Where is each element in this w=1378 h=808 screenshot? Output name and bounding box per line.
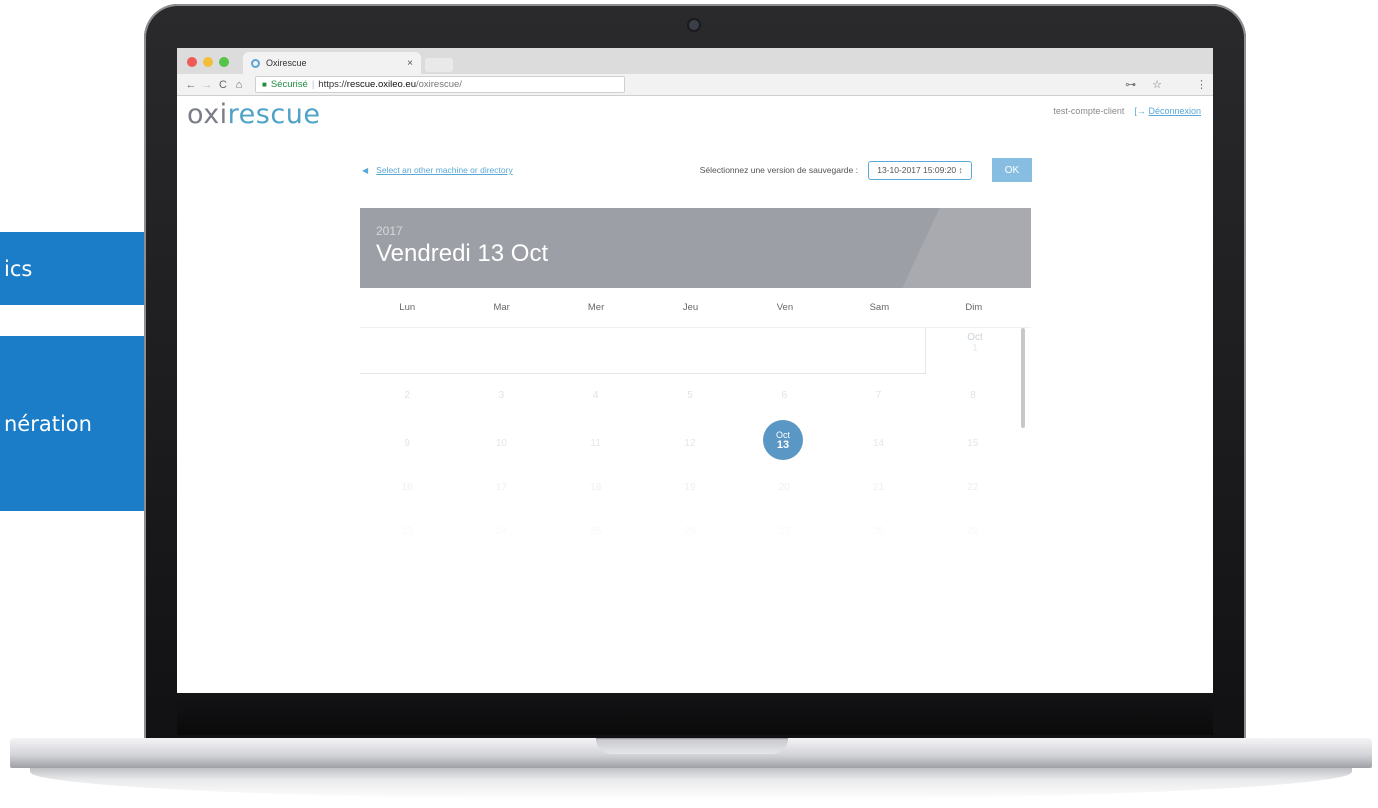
url-path: /oxirescue/ <box>415 79 462 90</box>
day-cell[interactable]: 26 <box>643 526 737 537</box>
laptop-base-shadow <box>30 766 1352 800</box>
day-cell[interactable]: 23 <box>360 526 454 537</box>
stage: ics nération Oxirescue × ← → C ⌂ ■ Sécur… <box>0 0 1378 808</box>
new-tab-button[interactable] <box>425 58 453 72</box>
day-cell[interactable]: 27 <box>737 526 831 537</box>
tab-bar: Oxirescue × <box>177 48 1213 74</box>
address-bar[interactable]: ■ Sécurisé | https://rescue.oxileo.eu/ox… <box>255 76 625 93</box>
day-cell[interactable]: 3 <box>454 390 548 401</box>
home-icon[interactable]: ⌂ <box>231 79 247 91</box>
day-cell-oct-1[interactable]: Oct 1 <box>928 332 1022 354</box>
day-cell[interactable]: 29 <box>926 526 1020 537</box>
weekday-label: Mar <box>493 302 510 313</box>
lock-icon: ■ <box>262 80 267 89</box>
day-cell[interactable]: 21 <box>831 482 925 493</box>
browser-window: Oxirescue × ← → C ⌂ ■ Sécurisé | https:/… <box>177 48 1213 693</box>
day-cell[interactable]: 4 <box>549 390 643 401</box>
day-cell[interactable]: 8 <box>926 390 1020 401</box>
backup-version-select[interactable]: 13-10-2017 15:09:20 ↕ <box>868 160 972 180</box>
url-host: rescue.oxileo.eu <box>346 79 416 90</box>
logo-part-rescue: rescue <box>227 99 321 130</box>
day-cell[interactable]: 5 <box>643 390 737 401</box>
minimize-window-icon[interactable] <box>203 57 213 67</box>
url-protocol: https:// <box>318 79 347 90</box>
back-arrow-icon[interactable]: ← <box>183 79 199 91</box>
logout-link[interactable]: Déconnexion <box>1148 106 1201 116</box>
day-number: 1 <box>972 343 978 354</box>
bookmark-star-icon[interactable]: ☆ <box>1152 78 1162 91</box>
day-cell[interactable]: 14 <box>831 438 925 449</box>
address-separator: | <box>311 79 315 90</box>
calendar-header: 2017 Vendredi 13 Oct <box>360 208 1031 288</box>
backup-version-value: 13-10-2017 15:09:20 ↕ <box>877 165 963 175</box>
toolbar-right: ⊶ ☆ ⋮ <box>1125 78 1207 91</box>
weekday-label: Lun <box>399 302 416 313</box>
window-controls <box>187 57 229 67</box>
side-box-top-text: ics <box>4 256 33 281</box>
day-cell[interactable]: 6 <box>737 390 831 401</box>
weekday-label: Jeu <box>682 302 699 313</box>
weekday-label: Sam <box>869 302 890 313</box>
browser-menu-icon[interactable]: ⋮ <box>1196 78 1207 91</box>
day-cell[interactable]: 2 <box>360 390 454 401</box>
day-cell[interactable]: 16 <box>360 482 454 493</box>
day-cell[interactable]: 22 <box>926 482 1020 493</box>
calendar-week-row: 2 3 4 5 6 7 8 <box>360 390 1020 401</box>
day-cell[interactable]: 25 <box>549 526 643 537</box>
account-username: test-compte-client <box>1053 106 1125 116</box>
day-cell[interactable]: 18 <box>549 482 643 493</box>
day-cell[interactable]: 17 <box>454 482 548 493</box>
weekday-label: Dim <box>965 302 983 313</box>
empty-week-cells <box>360 328 926 374</box>
tab-title: Oxirescue <box>266 58 307 68</box>
calendar: 2017 Vendredi 13 Oct Lun Mar Mer Jeu Ven… <box>360 208 1031 553</box>
logo-part-oxi: oxi <box>187 99 228 130</box>
tab-close-icon[interactable]: × <box>407 58 413 69</box>
calendar-scrollbar[interactable] <box>1021 328 1025 428</box>
day-cell[interactable]: 12 <box>643 438 737 449</box>
day-cell[interactable]: 20 <box>737 482 831 493</box>
secure-label: Sécurisé <box>270 79 308 90</box>
account-area: test-compte-client [→ Déconnexion <box>1053 106 1201 116</box>
day-cell[interactable]: 15 <box>926 438 1020 449</box>
weekday-label: Ven <box>776 302 794 313</box>
laptop-notch <box>596 738 788 754</box>
oxirescue-logo[interactable]: oxirescue <box>187 99 320 130</box>
day-cell[interactable]: 11 <box>549 438 643 449</box>
day-cell[interactable]: 7 <box>831 390 925 401</box>
day-cell[interactable]: 24 <box>454 526 548 537</box>
webcam-icon <box>689 20 699 30</box>
logout-icon[interactable]: [→ <box>1134 106 1146 116</box>
ok-button[interactable]: OK <box>992 158 1032 182</box>
close-window-icon[interactable] <box>187 57 197 67</box>
key-icon[interactable]: ⊶ <box>1125 78 1136 91</box>
forward-arrow-icon[interactable]: → <box>199 79 215 91</box>
side-box-bottom-text: nération <box>4 411 92 436</box>
tab-oxirescue[interactable]: Oxirescue × <box>243 52 421 74</box>
page-content: oxirescue test-compte-client [→ Déconnex… <box>177 96 1213 692</box>
weekday-header-row: Lun Mar Mer Jeu Ven Sam Dim <box>360 288 1031 328</box>
reload-icon[interactable]: C <box>215 79 231 91</box>
select-machine-link[interactable]: Select an other machine or directory <box>376 165 513 175</box>
maximize-window-icon[interactable] <box>219 57 229 67</box>
back-triangle-icon[interactable]: ◀ <box>362 166 368 175</box>
day-cell[interactable]: 19 <box>643 482 737 493</box>
calendar-grid: Oct 1 2 3 4 5 6 7 8 9 10 11 12 14 15 16 … <box>360 328 1031 553</box>
day-cell[interactable]: 10 <box>454 438 548 449</box>
calendar-week-row: 16 17 18 19 20 21 22 <box>360 482 1020 493</box>
today-day: 13 <box>776 439 790 451</box>
calendar-week-row: 9 10 11 12 14 15 <box>360 438 1020 449</box>
calendar-fade <box>360 463 1031 553</box>
favicon-icon <box>251 58 260 68</box>
browser-toolbar: ← → C ⌂ ■ Sécurisé | https://rescue.oxil… <box>177 74 1213 96</box>
day-cell[interactable]: 28 <box>831 526 925 537</box>
day-month-label: Oct <box>967 332 983 343</box>
selected-day-oct-13[interactable]: Oct 13 <box>763 420 803 460</box>
backup-version-label: Sélectionnez une version de sauvegarde : <box>699 165 858 175</box>
weekday-label: Mer <box>587 302 605 313</box>
day-cell[interactable]: 9 <box>360 438 454 449</box>
laptop-bezel-bottom <box>177 693 1213 735</box>
backup-selector-row: ◀ Select an other machine or directory S… <box>362 158 1032 182</box>
calendar-week-row: 23 24 25 26 27 28 29 <box>360 526 1020 537</box>
